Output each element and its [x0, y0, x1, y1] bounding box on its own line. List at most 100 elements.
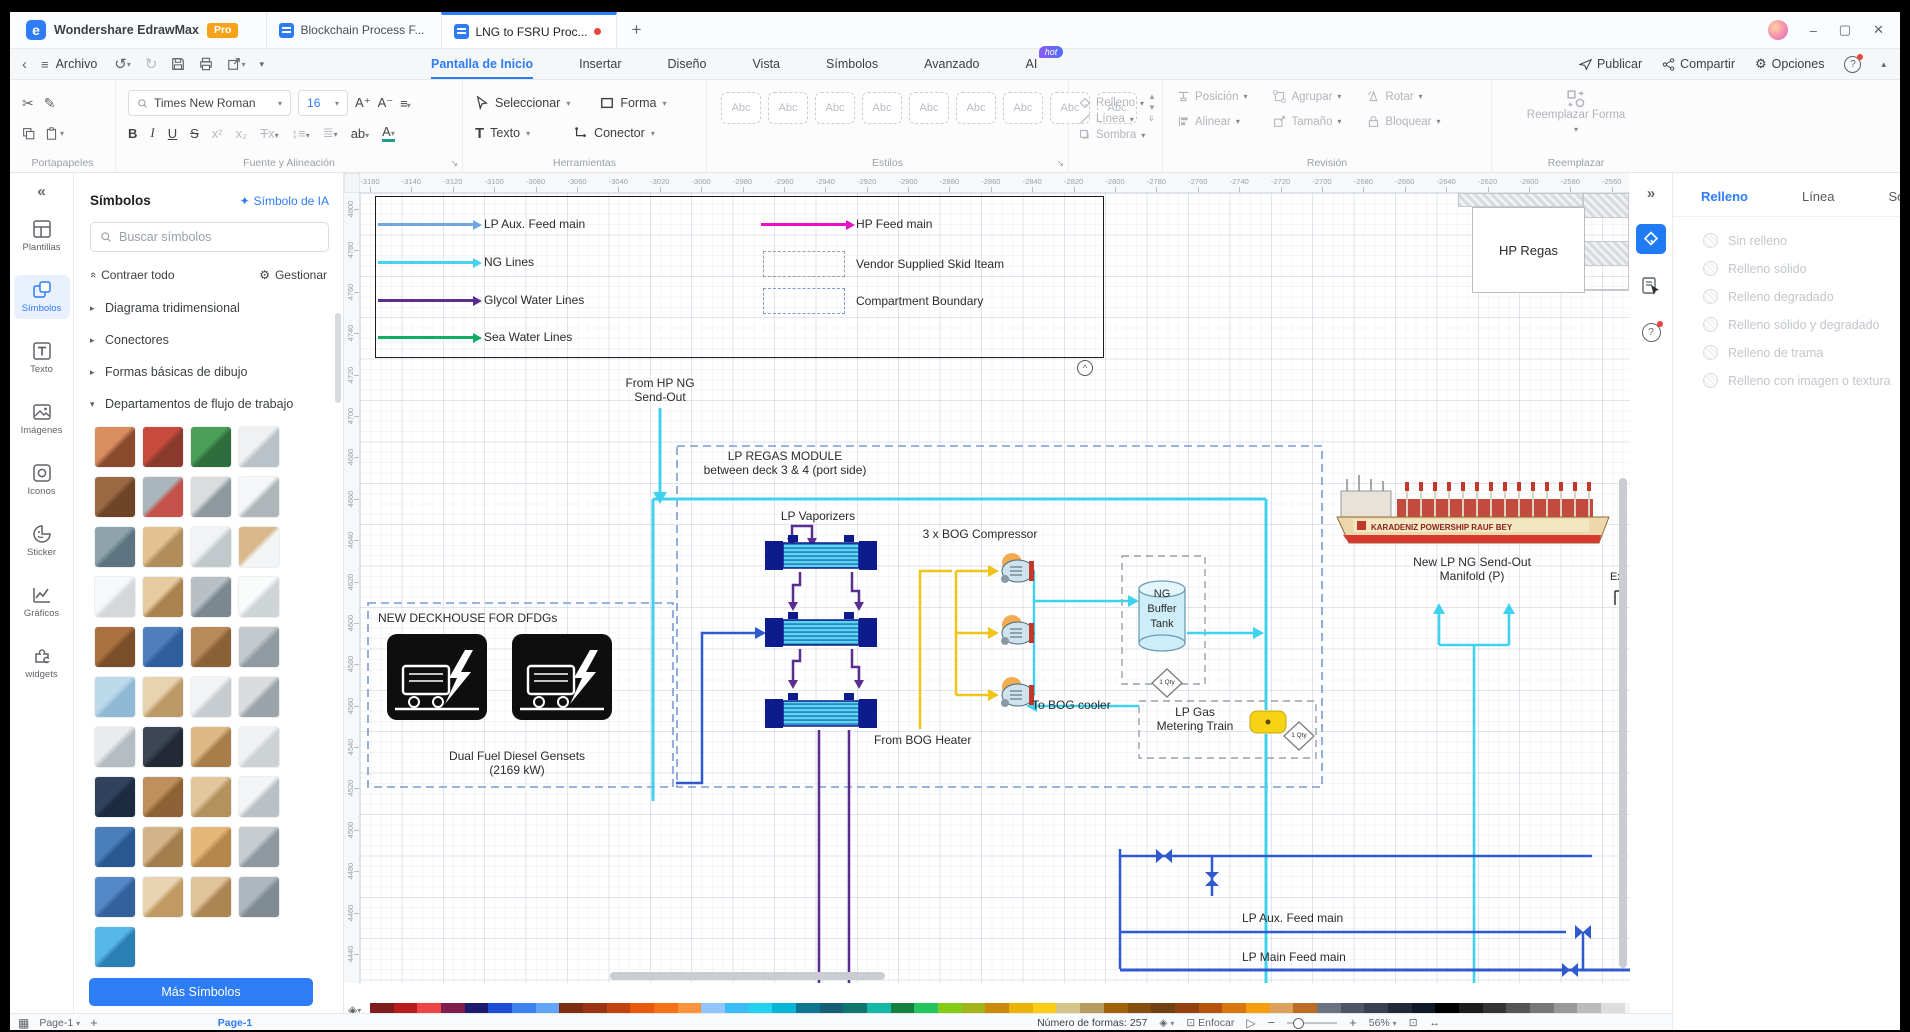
symbol-thumbnail[interactable] — [142, 726, 184, 768]
expand-dialog-icon[interactable]: ↘ — [1056, 158, 1064, 169]
symbol-thumbnail[interactable] — [190, 526, 232, 568]
lp-gas-metering-label[interactable]: LP GasMetering Train — [1135, 705, 1255, 733]
legend-label[interactable]: Compartment Boundary — [856, 294, 983, 308]
symbol-thumbnail[interactable] — [238, 526, 280, 568]
fit-width-icon[interactable]: ↔ — [1430, 1017, 1441, 1029]
style-preset[interactable]: Abc — [721, 92, 761, 124]
page-select[interactable]: Page-1 ▾ — [39, 1017, 80, 1029]
symbol-thumbnail[interactable] — [238, 726, 280, 768]
symbol-search-input[interactable]: Buscar símbolos — [90, 222, 329, 252]
tab-relleno[interactable]: Relleno — [1701, 189, 1748, 204]
redo-button[interactable]: ↻ — [145, 55, 158, 73]
symbol-thumbnail[interactable] — [238, 576, 280, 618]
legend-label[interactable]: Glycol Water Lines — [484, 293, 584, 307]
maximize-button[interactable]: ▢ — [1839, 22, 1851, 38]
style-preset[interactable]: Abc — [956, 92, 996, 124]
cut-button[interactable]: ✂ — [22, 95, 34, 112]
legend-label[interactable]: Sea Water Lines — [484, 330, 572, 344]
style-preset[interactable]: Abc — [1003, 92, 1043, 124]
bog-compressor-label[interactable]: 3 x BOG Compressor — [905, 527, 1055, 541]
strikethrough-button[interactable]: S — [190, 126, 199, 141]
fill-option[interactable]: Relleno sólido y degradado — [1703, 317, 1900, 332]
symbol-category[interactable]: ▸Diagrama tridimensional — [90, 292, 343, 324]
back-icon[interactable]: ‹ — [22, 56, 27, 73]
symbol-thumbnail[interactable] — [238, 626, 280, 668]
user-avatar[interactable] — [1768, 20, 1788, 40]
collapse-right-panel-icon[interactable]: » — [1647, 185, 1655, 202]
symbol-category[interactable]: ▾Departamentos de flujo de trabajo — [90, 388, 343, 420]
symbol-thumbnail[interactable] — [190, 876, 232, 918]
symbol-thumbnail[interactable] — [94, 676, 136, 718]
symbol-thumbnail[interactable] — [142, 676, 184, 718]
shape-tool[interactable]: Forma▾ — [600, 96, 666, 110]
opciones-button[interactable]: ⚙ Opciones — [1755, 56, 1824, 72]
close-button[interactable]: ✕ — [1873, 22, 1884, 38]
menu-item[interactable]: Diseño — [668, 57, 707, 71]
style-preset[interactable]: Abc — [815, 92, 855, 124]
underline-button[interactable]: U — [168, 126, 177, 141]
page-tab[interactable]: Page-1 — [218, 1017, 252, 1029]
drawing-canvas[interactable]: KARADENIZ POWERSHIP RAUF BEY LP Aux. Fee… — [360, 193, 1630, 983]
menu-item[interactable]: Vista — [752, 57, 780, 71]
paste-button[interactable]: ▾ — [45, 127, 64, 140]
subscript-button[interactable]: x₂ — [236, 126, 248, 141]
symbol-thumbnail[interactable] — [94, 776, 136, 818]
more-symbols-button[interactable]: Más Símbolos — [89, 978, 313, 1006]
undo-button[interactable]: ↺▾ — [114, 55, 131, 73]
legend-label[interactable]: HP Feed main — [856, 217, 932, 231]
symbol-thumbnail[interactable] — [94, 626, 136, 668]
symbol-thumbnail[interactable] — [142, 826, 184, 868]
tab-lng-to-fsru[interactable]: LNG to FSRU Proc... — [441, 12, 617, 48]
symbol-thumbnail[interactable] — [94, 426, 136, 468]
from-bog-heater-label[interactable]: From BOG Heater — [874, 733, 971, 747]
shadow-button[interactable]: Sombra▾ — [1079, 129, 1152, 141]
superscript-button[interactable]: x² — [212, 126, 223, 141]
presentation-icon[interactable]: ▷ — [1246, 1016, 1255, 1030]
text-tool[interactable]: T Texto▾ — [475, 125, 530, 142]
symbol-thumbnail[interactable] — [190, 476, 232, 518]
position-button[interactable]: Posición▾ — [1177, 90, 1247, 103]
symbol-thumbnail[interactable] — [238, 676, 280, 718]
symbol-thumbnail[interactable] — [190, 426, 232, 468]
compartir-button[interactable]: Compartir — [1662, 57, 1735, 71]
fill-button[interactable]: Relleno▾ — [1079, 97, 1152, 109]
style-preset[interactable]: Abc — [768, 92, 808, 124]
symbol-thumbnail[interactable] — [238, 826, 280, 868]
line-button[interactable]: Línea▾ — [1079, 113, 1152, 125]
lp-main-feed-label[interactable]: LP Main Feed main — [1242, 950, 1346, 964]
sidebar-item-graficos[interactable]: Gráficos — [14, 580, 70, 624]
tab-blockchain-process[interactable]: Blockchain Process F... — [266, 12, 441, 48]
increase-font-button[interactable]: A⁺ — [355, 95, 371, 111]
archivo-menu[interactable]: Archivo — [56, 57, 98, 71]
menu-item[interactable]: AIhot — [1026, 57, 1038, 71]
export-button[interactable]: ▾ — [227, 57, 245, 71]
symbol-thumbnail[interactable] — [94, 476, 136, 518]
sidebar-item-widgets[interactable]: widgets — [14, 641, 70, 685]
tab-linea[interactable]: Línea — [1802, 189, 1835, 204]
symbol-category[interactable]: ▸Conectores — [90, 324, 343, 356]
decrease-font-button[interactable]: A⁻ — [378, 95, 394, 111]
manage-button[interactable]: ⚙Gestionar — [259, 268, 327, 282]
sidebar-item-plantillas[interactable]: Plantillas — [14, 214, 70, 258]
format-painter-button[interactable]: ✎ — [44, 95, 56, 112]
deckhouse-label[interactable]: NEW DECKHOUSE FOR DFDGs — [378, 611, 557, 625]
sidebar-item-imagenes[interactable]: Imágenes — [14, 397, 70, 441]
collapse-all-button[interactable]: «Contraer todo — [90, 268, 175, 282]
fill-option[interactable]: Relleno sólido — [1703, 261, 1900, 276]
symbol-thumbnail[interactable] — [142, 576, 184, 618]
fit-page-icon[interactable]: ⊡ — [1409, 1017, 1418, 1029]
fill-option[interactable]: Relleno con imagen o textura — [1703, 373, 1900, 388]
menu-item[interactable]: Símbolos — [826, 57, 878, 71]
expand-dialog-icon[interactable]: ↘ — [450, 158, 458, 169]
symbol-thumbnail[interactable] — [94, 526, 136, 568]
save-button[interactable] — [171, 57, 185, 71]
symbol-thumbnail[interactable] — [142, 876, 184, 918]
panel-scrollbar[interactable] — [335, 313, 341, 403]
symbol-thumbnail[interactable] — [190, 776, 232, 818]
highlight-button[interactable]: ab▾ — [351, 126, 369, 141]
symbol-thumbnail[interactable] — [142, 526, 184, 568]
collapse-marker-icon[interactable]: ^ — [1077, 360, 1093, 376]
hp-regas-box[interactable]: HP Regas — [1472, 207, 1585, 293]
symbol-thumbnail[interactable] — [94, 576, 136, 618]
hamburger-icon[interactable]: ≡ — [41, 57, 49, 72]
